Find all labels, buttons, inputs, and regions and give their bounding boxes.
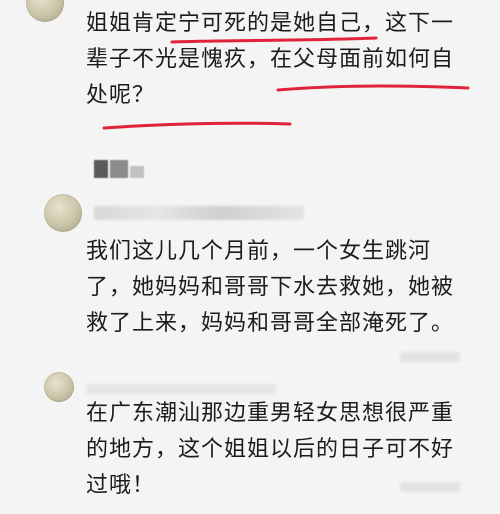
commenter-avatar[interactable] [44,194,82,232]
blurred-username [86,384,276,394]
comment-text: 我们这儿几个月前，一个女生跳河了，她妈妈和哥哥下水去救她，她被救了上来，妈妈和哥… [86,239,455,336]
handwritten-underline [102,36,470,130]
blurred-timestamp [400,352,460,362]
commenter-avatar[interactable] [44,372,74,402]
blurred-mosaic [110,160,128,178]
blurred-mosaic [94,160,108,178]
blurred-mosaic [130,166,144,178]
blurred-timestamp [400,482,460,492]
blurred-username [94,206,304,220]
